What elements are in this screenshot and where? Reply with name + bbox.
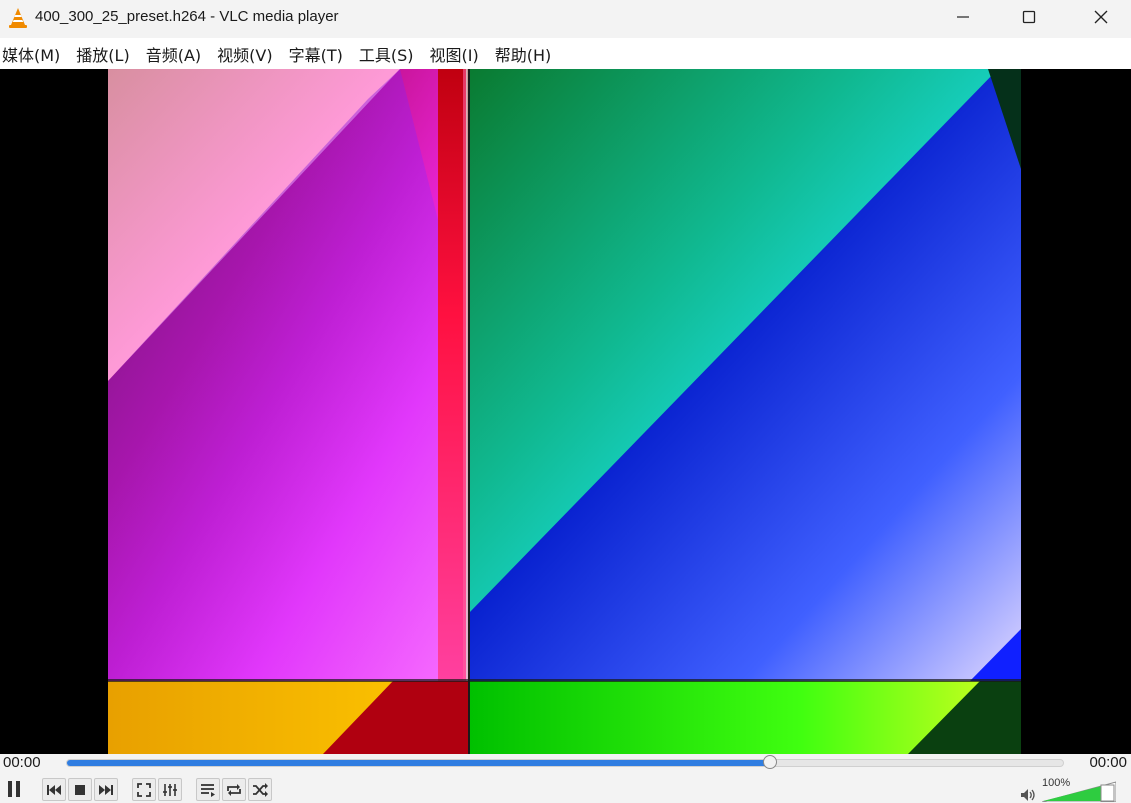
playlist-button[interactable] bbox=[196, 778, 220, 801]
shuffle-button[interactable] bbox=[248, 778, 272, 801]
control-bar: 100% bbox=[0, 774, 1131, 803]
menu-help[interactable]: 帮助(H) bbox=[493, 42, 552, 66]
close-button[interactable] bbox=[1066, 0, 1131, 34]
extended-settings-icon bbox=[163, 783, 177, 796]
title-bar: 400_300_25_preset.h264 - VLC media playe… bbox=[0, 0, 1131, 38]
seek-handle[interactable] bbox=[762, 755, 777, 769]
seek-slider[interactable] bbox=[66, 759, 1064, 767]
stop-icon bbox=[75, 784, 85, 795]
window-title: 400_300_25_preset.h264 - VLC media playe… bbox=[35, 8, 339, 25]
vlc-cone-icon[interactable] bbox=[8, 7, 28, 29]
menu-bar: 媒体(M) 播放(L) 音频(A) 视频(V) 字幕(T) 工具(S) 视图(I… bbox=[0, 38, 1131, 69]
next-button[interactable] bbox=[94, 778, 118, 801]
video-display[interactable] bbox=[0, 69, 1131, 754]
previous-button[interactable] bbox=[42, 778, 66, 801]
menu-tools[interactable]: 工具(S) bbox=[357, 42, 414, 66]
menu-audio[interactable]: 音频(A) bbox=[144, 42, 201, 66]
minimize-icon bbox=[957, 16, 969, 18]
minimize-button[interactable] bbox=[928, 0, 998, 34]
shuffle-icon bbox=[253, 782, 268, 797]
pause-icon bbox=[8, 781, 20, 797]
menu-subtitle[interactable]: 字幕(T) bbox=[287, 42, 343, 66]
close-icon bbox=[1094, 10, 1108, 24]
seek-progress bbox=[67, 760, 770, 766]
volume-slider[interactable] bbox=[1042, 780, 1116, 802]
remaining-time[interactable]: 00:00 bbox=[1089, 754, 1127, 771]
elapsed-time[interactable]: 00:00 bbox=[3, 754, 41, 771]
volume-level bbox=[1043, 786, 1102, 801]
loop-icon bbox=[227, 783, 241, 796]
previous-icon bbox=[47, 784, 61, 795]
menu-playback[interactable]: 播放(L) bbox=[74, 42, 129, 66]
loop-button[interactable] bbox=[222, 778, 246, 801]
menu-media[interactable]: 媒体(M) bbox=[0, 42, 60, 66]
next-icon bbox=[99, 784, 113, 795]
extended-settings-button[interactable] bbox=[158, 778, 182, 801]
pause-button[interactable] bbox=[2, 776, 26, 802]
fullscreen-button[interactable] bbox=[132, 778, 156, 801]
menu-view[interactable]: 视图(I) bbox=[428, 42, 479, 66]
video-frame bbox=[108, 69, 1021, 754]
maximize-button[interactable] bbox=[994, 0, 1064, 34]
seek-row: 00:00 00:00 bbox=[0, 754, 1131, 774]
volume-control[interactable]: 100% bbox=[1020, 774, 1130, 803]
menu-video[interactable]: 视频(V) bbox=[215, 42, 272, 66]
playlist-icon bbox=[201, 783, 215, 797]
fullscreen-icon bbox=[137, 782, 151, 797]
speaker-icon[interactable] bbox=[1020, 788, 1036, 802]
stop-button[interactable] bbox=[68, 778, 92, 801]
maximize-icon bbox=[1022, 10, 1036, 24]
